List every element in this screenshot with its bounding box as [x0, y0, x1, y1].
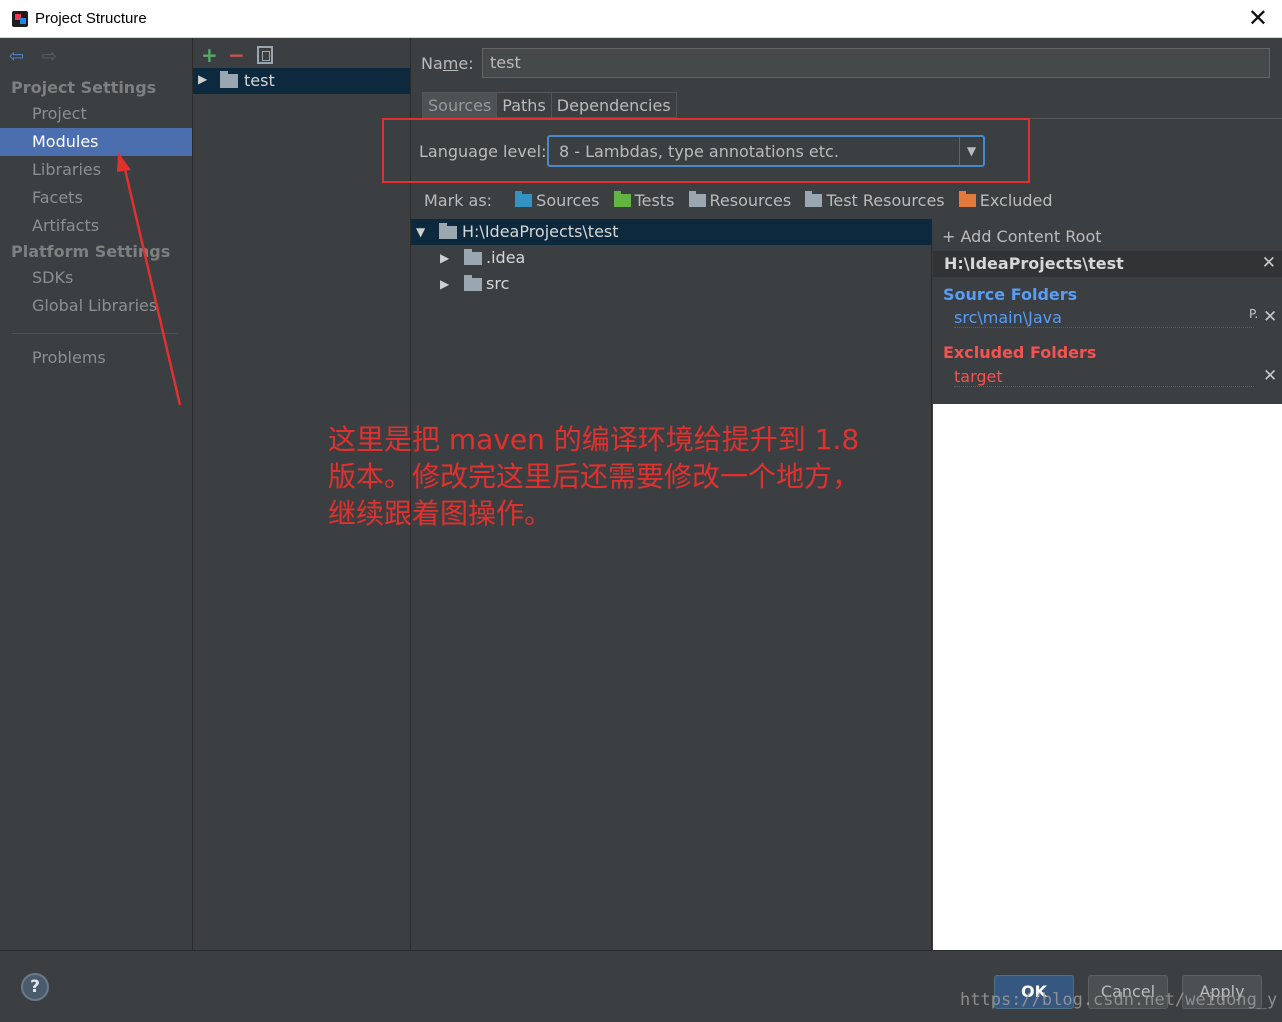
content-root-path: H:\IdeaProjects\test [944, 254, 1124, 273]
dialog-footer: ? OK Cancel Apply [0, 950, 1282, 1022]
sidebar-item-problems[interactable]: Problems [0, 344, 192, 372]
mark-excluded-button[interactable]: Excluded [958, 191, 1053, 210]
add-content-root-button[interactable]: + Add Content Root [942, 227, 1102, 246]
tree-row[interactable]: ▶ .idea [411, 245, 932, 271]
annotation-line-2: 版本。修改完这里后还需要修改一个地方， [328, 460, 861, 493]
remove-root-icon[interactable]: ✕ [1262, 253, 1276, 273]
edit-properties-icon[interactable]: P. [1249, 307, 1258, 321]
intellij-app-icon [12, 11, 28, 27]
sidebar-item-project[interactable]: Project [0, 100, 192, 128]
mark-resources-button[interactable]: Resources [688, 191, 791, 210]
mark-as-bar: Mark as: Sources Tests Resources Test Re… [424, 191, 1062, 213]
help-icon[interactable]: ? [21, 973, 49, 1001]
title-bar: Project Structure ✕ [0, 0, 1282, 38]
remove-excluded-folder-icon[interactable]: ✕ [1263, 366, 1277, 386]
tree-row[interactable]: ▶ src [411, 271, 932, 297]
copy-icon[interactable] [257, 46, 273, 64]
mark-as-label: Mark as: [424, 191, 493, 210]
tree-row-label: H:\IdeaProjects\test [462, 222, 619, 241]
annotation-line-1: 这里是把 maven 的编译环境给提升到 1.8 [328, 423, 860, 456]
mark-sources-button[interactable]: Sources [515, 191, 599, 210]
annotation-text: 这里是把 maven 的编译环境给提升到 1.8 版本。修改完这里后还需要修改一… [328, 421, 898, 532]
folder-icon [464, 275, 482, 291]
forward-arrow-icon[interactable]: ⇨ [42, 46, 57, 67]
sidebar-item-facets[interactable]: Facets [0, 184, 192, 212]
source-folders-title: Source Folders [943, 285, 1078, 304]
sidebar-item-libraries[interactable]: Libraries [0, 156, 192, 184]
nav-arrows: ⇦ ⇨ [9, 46, 57, 67]
highlight-box [382, 118, 1030, 183]
collapse-triangle-icon[interactable]: ▼ [416, 225, 425, 239]
name-label: Name: [421, 54, 474, 73]
sidebar-item-global-libraries[interactable]: Global Libraries [0, 292, 192, 320]
mark-tests-button[interactable]: Tests [613, 191, 674, 210]
tab-sources[interactable]: Sources [422, 92, 498, 118]
content-roots-panel: + Add Content Root H:\IdeaProjects\test … [933, 219, 1282, 404]
folder-icon [439, 223, 457, 239]
test-resources-folder-icon [805, 191, 823, 207]
remove-source-folder-icon[interactable]: ✕ [1263, 307, 1277, 327]
sidebar-item-artifacts[interactable]: Artifacts [0, 212, 192, 240]
resources-folder-icon [688, 191, 706, 207]
tree-row-label: src [486, 274, 510, 293]
watermark: https://blog.csdn.net/weidong_y [960, 990, 1278, 1010]
expand-triangle-icon[interactable]: ▶ [440, 277, 449, 291]
module-row[interactable]: ▶ test [193, 68, 410, 94]
expand-triangle-icon[interactable]: ▶ [198, 72, 207, 86]
annotation-line-3: 继续跟着图操作。 [328, 497, 553, 530]
excluded-folders-title: Excluded Folders [943, 343, 1097, 362]
source-folder-item[interactable]: src\main\Java [954, 308, 1254, 328]
tree-row[interactable]: ▼ H:\IdeaProjects\test [411, 219, 932, 245]
folder-icon [464, 249, 482, 265]
tree-row-label: .idea [486, 248, 526, 267]
sources-folder-icon [515, 191, 533, 207]
module-name: test [244, 71, 275, 90]
content-root-empty-area [933, 404, 1282, 950]
add-icon[interactable]: + [201, 43, 218, 67]
sidebar-item-modules[interactable]: Modules [0, 128, 192, 156]
mark-test-resources-button[interactable]: Test Resources [805, 191, 945, 210]
sidebar-item-sdks[interactable]: SDKs [0, 264, 192, 292]
project-settings-heading: Project Settings [11, 78, 157, 97]
tab-dependencies[interactable]: Dependencies [550, 92, 677, 118]
remove-icon[interactable]: − [228, 43, 245, 67]
close-icon[interactable]: ✕ [1248, 4, 1268, 32]
window-title: Project Structure [35, 10, 147, 27]
module-folder-icon [220, 71, 238, 88]
tests-folder-icon [613, 191, 631, 207]
tab-paths[interactable]: Paths [496, 92, 552, 118]
content-root-header: H:\IdeaProjects\test ✕ [933, 251, 1282, 277]
module-tabs: Sources Paths Dependencies [422, 92, 677, 118]
back-arrow-icon[interactable]: ⇦ [9, 46, 24, 67]
excluded-folder-icon [958, 191, 976, 207]
settings-sidebar: ⇦ ⇨ Project Settings Project Modules Lib… [0, 38, 193, 950]
expand-triangle-icon[interactable]: ▶ [440, 251, 449, 265]
module-name-input[interactable]: test [482, 48, 1270, 78]
excluded-folder-item[interactable]: target [954, 367, 1254, 387]
platform-settings-heading: Platform Settings [11, 242, 171, 261]
file-tree: ▼ H:\IdeaProjects\test ▶ .idea ▶ src [411, 219, 932, 950]
sidebar-divider [12, 333, 178, 334]
